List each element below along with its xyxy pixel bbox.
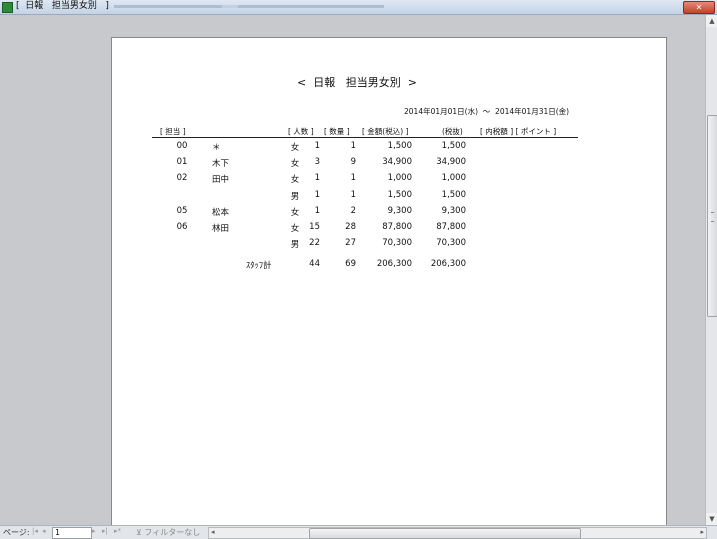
total-amount-incl: 206,300 [376, 259, 412, 269]
filter-label: フィルターなし [144, 528, 201, 537]
header-tax-points: [ 内税額 ] [ ポイント ] [480, 127, 557, 136]
cell-amount-excl: 34,900 [436, 157, 466, 168]
cell-qty: 1 [350, 189, 356, 200]
cell-amount-incl: 34,900 [382, 157, 412, 168]
cell-name: 松本 [212, 207, 230, 218]
cell-amount-excl: 1,000 [441, 173, 466, 184]
cell-amount-excl: 9,300 [441, 205, 466, 216]
prev-page-icon[interactable]: ◂ [42, 527, 46, 535]
window-title-extra [114, 5, 384, 8]
cell-qty: 27 [345, 238, 356, 249]
scroll-left-icon[interactable]: ◂ [211, 528, 215, 536]
cell-name: ＊ [212, 143, 221, 153]
report-page: < 日報 担当男女別 > 2014年01月01日(水) ～ 2014年01月31… [111, 37, 667, 539]
total-qty: 69 [345, 259, 356, 269]
cell-amount-excl: 1,500 [441, 189, 466, 200]
cell-amount-incl: 87,800 [382, 222, 412, 232]
cell-code: 06 [176, 222, 188, 232]
cell-count: 3 [314, 157, 320, 168]
last-page-icon[interactable]: ▸| [102, 527, 108, 535]
page-number-input[interactable]: 1 [52, 527, 92, 539]
cell-code: 02 [176, 173, 188, 184]
title-bar: [ 日報 担当男女別 ] ✕ [0, 0, 717, 15]
cell-amount-excl: 87,800 [436, 222, 466, 232]
cell-count: 15 [309, 222, 320, 232]
cell-amount-incl: 70,300 [382, 238, 412, 249]
cell-count: 1 [314, 173, 320, 184]
header-amount-excl: (税抜) [442, 127, 463, 136]
header-staff: [ 担当 ] [160, 127, 186, 136]
cell-code: 00 [176, 141, 188, 151]
close-button[interactable]: ✕ [683, 1, 715, 14]
cell-amount-excl: 70,300 [436, 238, 466, 249]
total-amount-excl: 206,300 [430, 259, 466, 269]
report-title: < 日報 担当男女別 > [297, 76, 417, 89]
app-icon [2, 2, 13, 13]
header-amount-incl: [ 金額(税込) ] [362, 127, 409, 136]
new-page-icon[interactable]: ▸* [114, 527, 121, 535]
cell-count: 1 [314, 141, 320, 151]
cell-count: 1 [314, 189, 320, 200]
cell-count: 22 [309, 238, 320, 249]
record-navigation-bar: ページ: |◂ ◂ 1 ▸ ▸| ▸* ⊻ フィルターなし ◂ ▸ [0, 525, 717, 539]
cell-amount-incl: 9,300 [387, 205, 412, 216]
scroll-up-icon[interactable]: ▲ [706, 15, 717, 27]
date-range: 2014年01月01日(水) ～ 2014年01月31日(金) [404, 107, 570, 116]
header-count: [ 人数 ] [288, 127, 314, 136]
filter-icon: ⊻ [136, 528, 142, 537]
total-count: 44 [309, 259, 320, 269]
cell-name: 木下 [212, 159, 230, 170]
vertical-scrollbar[interactable]: ▲ ▼ [705, 15, 717, 525]
cell-qty: 1 [350, 141, 356, 151]
first-page-icon[interactable]: |◂ [32, 527, 38, 535]
cell-amount-incl: 1,000 [387, 173, 412, 184]
cell-code: 05 [176, 205, 188, 216]
cell-amount-incl: 1,500 [387, 189, 412, 200]
horizontal-scroll-thumb[interactable] [309, 528, 581, 539]
cell-qty: 2 [350, 205, 356, 216]
header-qty: [ 数量 ] [324, 127, 350, 136]
filter-status[interactable]: ⊻ フィルターなし [136, 527, 200, 538]
total-label: ｽﾀｯﾌ計 [246, 261, 272, 271]
window-title: [ 日報 担当男女別 ] [16, 1, 109, 11]
scroll-down-icon[interactable]: ▼ [706, 513, 717, 525]
cell-amount-incl: 1,500 [387, 141, 412, 151]
header-rule [152, 137, 578, 138]
cell-name: 林田 [212, 224, 230, 234]
cell-amount-excl: 1,500 [441, 141, 466, 151]
scroll-right-icon[interactable]: ▸ [700, 528, 704, 536]
horizontal-scrollbar[interactable]: ◂ ▸ [208, 527, 707, 539]
cell-count: 1 [314, 205, 320, 216]
cell-name: 田中 [212, 175, 230, 186]
cell-qty: 1 [350, 173, 356, 184]
cell-code: 01 [176, 157, 188, 168]
page-label: ページ: [3, 528, 30, 537]
cell-qty: 9 [350, 157, 356, 168]
vertical-scroll-thumb[interactable] [707, 115, 717, 317]
next-page-icon[interactable]: ▸ [92, 527, 96, 535]
cell-qty: 28 [345, 222, 356, 232]
